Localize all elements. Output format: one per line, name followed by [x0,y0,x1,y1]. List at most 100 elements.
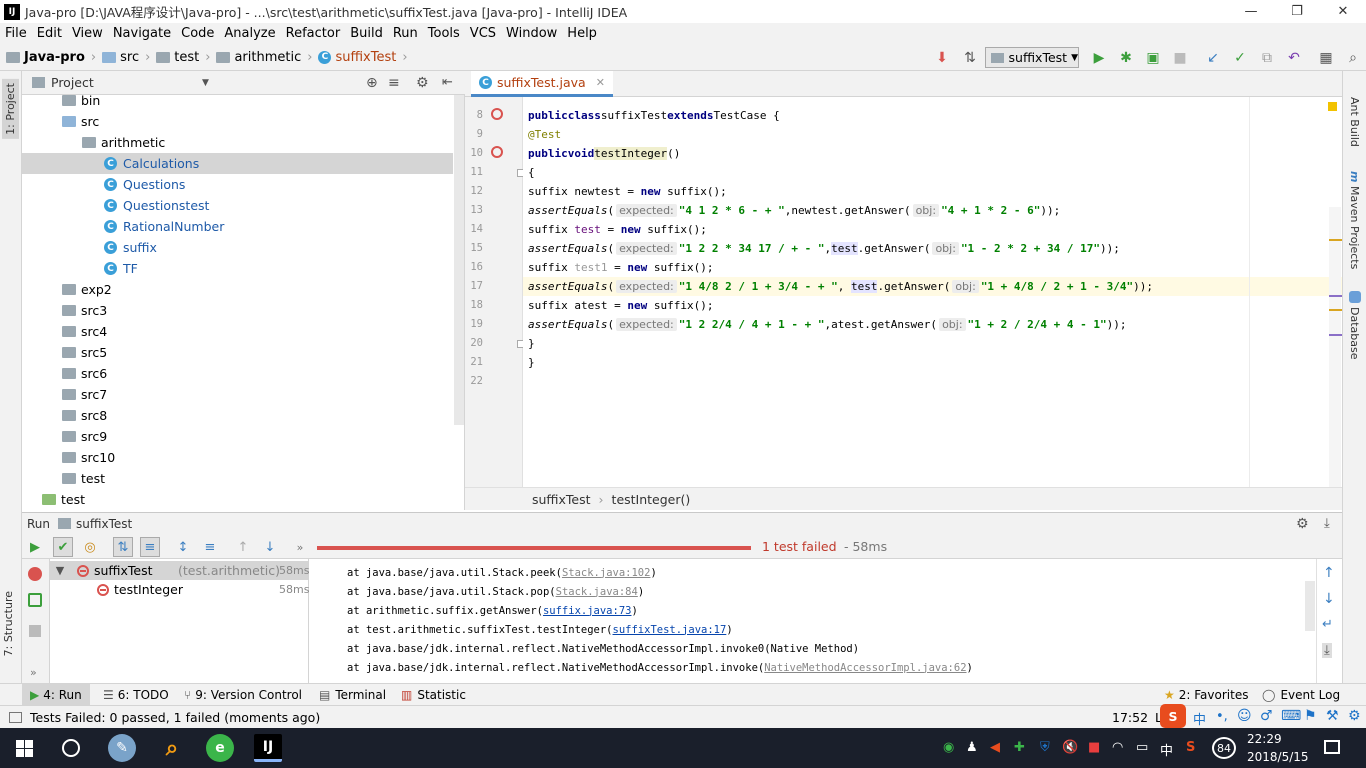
run-icon[interactable]: ▶ [1089,48,1109,68]
down-arrow-icon[interactable]: ↓ [1323,591,1335,607]
tab-suffixtest-java[interactable]: C suffixTest.java ✕ [471,71,613,97]
tray-shield-icon[interactable]: ✚ [1014,740,1025,755]
menu-build[interactable]: Build [345,26,388,41]
tree-item-bin[interactable]: ›bin [22,95,453,111]
inspection-status-icon[interactable] [1328,102,1337,111]
console-output[interactable]: at java.base/java.util.Stack.peek(Stack.… [309,559,1316,683]
breadcrumb-method[interactable]: testInteger() [612,492,691,507]
tree-item-src3[interactable]: ›src3 [22,300,453,321]
voice-icon[interactable]: ♂ [1260,708,1273,724]
windows-start-icon[interactable] [16,740,33,757]
menu-edit[interactable]: Edit [32,26,67,41]
chevron-down-icon[interactable]: ▼ [54,564,66,577]
menu-code[interactable]: Code [176,26,219,41]
tree-item-rationalnumber[interactable]: C RationalNumber [22,216,453,237]
tab-structure[interactable]: 7: Structure [2,591,15,656]
browser-app-icon[interactable]: e [206,734,234,762]
stack-trace-link[interactable]: suffix.java:73 [543,605,632,617]
up-arrow-icon[interactable]: ↑ [1323,565,1335,581]
tree-item-src8[interactable]: ›src8 [22,405,453,426]
search-app-icon[interactable]: ⌕ [158,734,186,762]
tray-qq-icon[interactable]: ♟ [966,740,978,755]
tab-version-control[interactable]: ⑂ 9: Version Control [184,684,302,706]
toggle-autotest-icon[interactable] [28,593,42,607]
vcs-update-icon[interactable]: ↙ [1203,48,1223,68]
sogou-ime-icon[interactable]: S [1160,704,1186,728]
error-stripe-mark[interactable] [1329,239,1342,241]
menu-help[interactable]: Help [562,26,602,41]
clock-date[interactable]: 2018/5/15 [1247,750,1309,764]
stop-icon[interactable]: ■ [1170,48,1190,68]
hide-panel-icon[interactable]: ⇤ [442,75,453,90]
stack-trace-link[interactable]: NativeMethodAccessorImpl.java:62 [764,662,966,674]
keyboard-icon[interactable]: ⌨ [1281,708,1301,724]
menu-analyze[interactable]: Analyze [219,26,280,41]
collapse-all-icon[interactable]: ≡ [200,537,220,557]
tab-favorites[interactable]: ★ 2: Favorites [1164,684,1248,706]
console-scrollbar[interactable] [1305,581,1315,631]
tree-item-src[interactable]: ⌄src [22,109,453,132]
vcs-commit-icon[interactable]: ✓ [1230,48,1250,68]
tab-run[interactable]: ▶ 4: Run [22,684,90,706]
scroll-to-end-icon[interactable]: ⤓ [1322,643,1332,658]
tree-item-suffix[interactable]: Csuffix [22,237,453,258]
breadcrumb-project[interactable]: Java-pro › [6,50,96,65]
ime-mode-icon[interactable]: 中 [1193,709,1206,728]
toggle-tool-windows-icon[interactable] [9,711,22,723]
tab-ant-build[interactable]: Ant Build [1348,97,1361,147]
punctuation-icon[interactable]: •, [1216,709,1228,724]
tree-item-test[interactable]: ›test [22,468,453,489]
tree-item-tf[interactable]: C TF [22,258,453,279]
error-stripe-mark[interactable] [1329,295,1342,297]
search-icon[interactable] [62,739,80,757]
collapse-all-icon[interactable]: ≡ [388,75,400,91]
tray-badge[interactable]: 84 [1212,737,1236,759]
error-stripe-mark[interactable] [1329,334,1342,336]
tree-item-src9[interactable]: ›src9 [22,426,453,447]
notifications-icon[interactable] [1324,740,1340,754]
editor-scrollbar[interactable] [1329,207,1341,487]
tray-speaker-app-icon[interactable]: ◀ [990,740,1000,755]
locate-icon[interactable]: ⊕ [366,75,378,91]
stack-trace-link[interactable]: Stack.java:102 [562,567,651,579]
soft-wrap-icon[interactable]: ↵ [1322,617,1333,632]
tree-item-src7[interactable]: ›src7 [22,384,453,405]
tab-database[interactable]: Database [1348,307,1361,360]
tab-maven-projects[interactable]: Maven Projects [1348,186,1361,269]
run-config-name[interactable]: suffixTest [76,517,132,531]
minimize-button[interactable]: — [1228,0,1274,23]
tab-todo[interactable]: ☰ 6: TODO [103,684,169,706]
settings-icon[interactable]: ⚙ [1348,708,1361,724]
caret-position[interactable]: 17:52 [1112,710,1148,725]
coverage-icon[interactable]: ▣ [1143,48,1163,68]
sort-icon[interactable]: ⇅ [960,48,980,68]
close-icon[interactable]: ✕ [596,76,605,89]
menu-vcs[interactable]: VCS [465,26,501,41]
breadcrumb-suffixtest[interactable]: CsuffixTest › [318,50,408,65]
paint-app-icon[interactable]: ✎ [108,734,136,762]
breadcrumb-arithmetic[interactable]: arithmetic › [216,50,312,65]
menu-file[interactable]: File [0,26,32,41]
menu-refactor[interactable]: Refactor [281,26,346,41]
tree-item-calculations[interactable]: C Calculations [22,153,453,174]
breadcrumb-test[interactable]: test › [156,50,210,65]
run-test-class-icon[interactable] [491,108,503,120]
revert-icon[interactable]: ↶ [1284,48,1304,68]
hide-panel-icon[interactable]: ⤓ [1324,516,1330,531]
intellij-app-icon[interactable]: IJ [254,734,282,762]
tab-terminal[interactable]: ▤ Terminal [319,684,386,706]
menu-navigate[interactable]: Navigate [108,26,176,41]
tab-event-log[interactable]: ◯ Event Log [1262,684,1340,706]
tray-app-icon[interactable]: ■ [1088,740,1100,755]
menu-run[interactable]: Run [388,26,423,41]
show-passed-icon[interactable]: ✔ [53,537,73,557]
tray-sogou-icon[interactable]: S [1186,740,1195,755]
test-class-row[interactable]: ▼ suffixTest (test.arithmetic) 58ms [50,561,309,580]
tray-ime-label[interactable]: 中 [1160,740,1173,759]
run-test-method-icon[interactable] [491,146,503,158]
next-failed-icon[interactable]: ↓ [260,537,280,557]
emoji-icon[interactable]: ☺ [1237,708,1252,724]
show-ignored-icon[interactable]: ◎ [80,537,100,557]
debug-icon[interactable]: ✱ [1116,48,1136,68]
chevron-down-icon[interactable]: ▼ [202,78,209,88]
